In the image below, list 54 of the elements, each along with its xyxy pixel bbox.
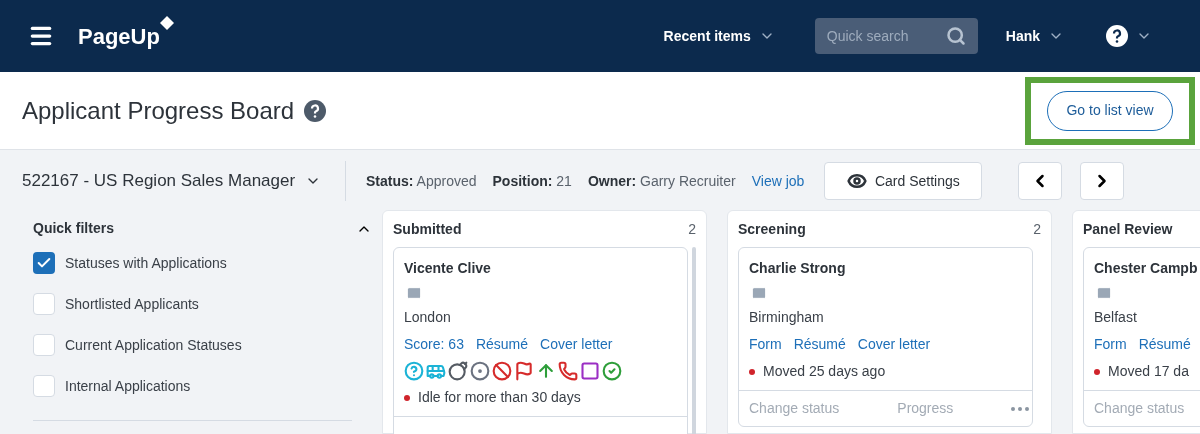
logo-text[interactable]: PageUp: [78, 19, 160, 53]
applicant-city: Birmingham: [749, 308, 825, 327]
filter-label[interactable]: Shortlisted Applicants: [65, 293, 199, 315]
page-title: Applicant Progress Board: [22, 95, 295, 126]
column-count: 2: [688, 219, 696, 239]
next-button[interactable]: [1080, 162, 1125, 200]
checkbox[interactable]: [33, 293, 55, 315]
search-icon[interactable]: [945, 26, 966, 46]
document-link[interactable]: Cover letter: [857, 334, 931, 355]
applicant-city: Belfast: [1094, 308, 1138, 327]
job-detail: Owner: Garry Recruiter: [587, 171, 736, 191]
document-link[interactable]: Résumé: [1138, 334, 1191, 355]
more-icon[interactable]: [1011, 406, 1030, 411]
status-text: Moved 17 da: [1108, 362, 1189, 381]
column-count: 2: [1033, 219, 1041, 239]
applicant-card[interactable]: Chester Campb Belfast Form Résumé Moved 17 da Change status: [1083, 247, 1200, 427]
diamond-icon: [159, 15, 174, 30]
job-detail: Status: Approved: [366, 171, 477, 191]
column-title: Submitted: [393, 219, 462, 239]
previous-button[interactable]: [1018, 162, 1063, 200]
status-text: Moved 25 days ago: [763, 362, 886, 381]
applicant-card[interactable]: Vicente Clive London Score: 63 Résumé Cover letter Idle for more than 30 days: [393, 247, 688, 434]
recent-items-menu[interactable]: Recent items: [663, 25, 775, 47]
applicant-name[interactable]: Chester Campb: [1094, 258, 1200, 279]
eye-icon[interactable]: [846, 171, 867, 191]
column-title: Screening: [738, 219, 806, 239]
checkbox[interactable]: [33, 334, 55, 356]
document-link[interactable]: Résumé: [793, 334, 846, 355]
job-selector[interactable]: 522167 - US Region Sales Manager: [0, 168, 345, 194]
list-view-button[interactable]: Go to list view: [1047, 90, 1173, 131]
filter-label[interactable]: Statuses with Applications: [65, 252, 227, 274]
document-link[interactable]: Cover letter: [540, 334, 613, 355]
column-title: Panel Review: [1083, 219, 1173, 239]
filter-label[interactable]: Current Application Statuses: [65, 334, 242, 356]
search-field[interactable]: Quick search: [814, 18, 978, 54]
help-icon[interactable]: [304, 99, 327, 122]
applicant-card[interactable]: Charlie Strong Birmingham Form Résumé Cover letter Moved 25 days ago Change status Progress: [738, 247, 1033, 427]
filter-label[interactable]: Internal Applications: [65, 375, 191, 397]
applicant-name[interactable]: Charlie Strong: [749, 258, 1022, 279]
applicant-city: London: [404, 308, 452, 327]
document-link[interactable]: Form: [1094, 334, 1127, 355]
help-icon[interactable]: [1106, 25, 1128, 47]
document-link[interactable]: Score: 63: [404, 334, 464, 355]
user-menu[interactable]: Hank: [1005, 25, 1064, 47]
document-link[interactable]: Form: [749, 334, 782, 355]
document-link[interactable]: Résumé: [475, 334, 529, 355]
applicant-name[interactable]: Vicente Clive: [404, 258, 677, 279]
filters-title: Quick filters: [33, 219, 114, 238]
job-detail: Position: 21: [492, 171, 572, 191]
status-text: Idle for more than 30 days: [418, 388, 581, 407]
card-settings-button[interactable]: Card Settings: [824, 162, 983, 200]
view-job-link[interactable]: View job: [751, 170, 805, 192]
checkbox[interactable]: [33, 375, 55, 397]
scrollbar[interactable]: [692, 247, 696, 434]
